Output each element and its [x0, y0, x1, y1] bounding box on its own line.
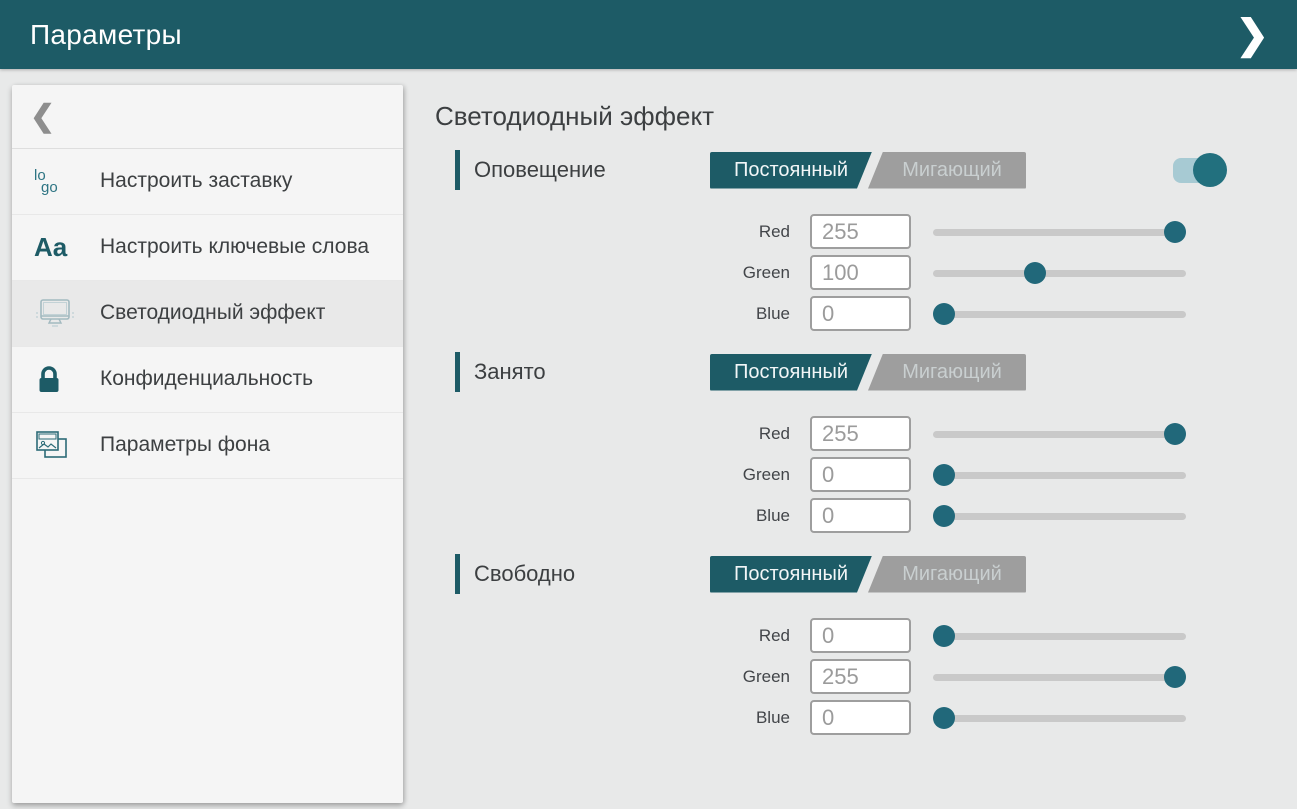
lock-icon	[34, 364, 82, 396]
section-enable-toggle[interactable]	[1173, 153, 1227, 187]
green-slider-thumb[interactable]	[1024, 262, 1046, 284]
led-section: Занято Постоянный Мигающий Red Gree	[455, 352, 1297, 536]
mode-segmented-control: Постоянный Мигающий	[710, 354, 1026, 391]
section-header: Занято Постоянный Мигающий	[455, 352, 1297, 392]
mode-solid-button[interactable]: Постоянный	[710, 152, 872, 189]
blue-label: Blue	[455, 708, 800, 728]
keywords-icon: Aa	[34, 232, 82, 263]
green-value-input[interactable]	[810, 457, 911, 492]
red-label: Red	[455, 222, 800, 242]
green-channel-row: Green	[455, 454, 1297, 495]
green-label: Green	[455, 263, 800, 283]
blue-slider[interactable]	[933, 505, 1186, 527]
sidebar-item-privacy[interactable]: Конфиденциальность	[12, 347, 403, 413]
red-slider[interactable]	[933, 423, 1186, 445]
red-channel-row: Red	[455, 211, 1297, 252]
blue-channel-row: Blue	[455, 697, 1297, 738]
blue-value-input[interactable]	[810, 700, 911, 735]
blue-channel-row: Blue	[455, 495, 1297, 536]
green-label: Green	[455, 667, 800, 687]
red-value-input[interactable]	[810, 618, 911, 653]
images-icon	[34, 429, 82, 463]
section-name: Оповещение	[474, 157, 606, 182]
blue-label: Blue	[455, 304, 800, 324]
sidebar-item-label: Конфиденциальность	[82, 366, 313, 392]
green-slider[interactable]	[933, 262, 1186, 284]
rgb-rows: Red Green Blue	[455, 413, 1297, 536]
app-header: Параметры ❯	[0, 0, 1297, 69]
green-slider[interactable]	[933, 464, 1186, 486]
green-value-input[interactable]	[810, 659, 911, 694]
green-slider[interactable]	[933, 666, 1186, 688]
red-slider-thumb[interactable]	[1164, 221, 1186, 243]
section-header: Оповещение Постоянный Мигающий	[455, 150, 1297, 190]
logo-icon: logo	[34, 170, 82, 194]
red-slider-thumb[interactable]	[933, 625, 955, 647]
blue-slider-thumb[interactable]	[933, 505, 955, 527]
sidebar-item-led-effect[interactable]: Светодиодный эффект	[12, 281, 403, 347]
sidebar-item-keywords[interactable]: Aa Настроить ключевые слова	[12, 215, 403, 281]
led-sections: Оповещение Постоянный Мигающий Red	[435, 150, 1297, 738]
red-value-input[interactable]	[810, 214, 911, 249]
sidebar-item-label: Настроить заставку	[82, 168, 292, 194]
blue-channel-row: Blue	[455, 293, 1297, 334]
sidebar-item-screensaver[interactable]: logo Настроить заставку	[12, 149, 403, 215]
red-value-input[interactable]	[810, 416, 911, 451]
blue-slider[interactable]	[933, 707, 1186, 729]
red-channel-row: Red	[455, 413, 1297, 454]
mode-segmented-control: Постоянный Мигающий	[710, 556, 1026, 593]
sidebar-back-button[interactable]: ❮	[12, 85, 403, 149]
red-label: Red	[455, 626, 800, 646]
sidebar-item-label: Настроить ключевые слова	[82, 234, 369, 260]
settings-sidebar: ❮ logo Настроить заставку Aa Настроить к…	[12, 85, 403, 803]
mode-solid-button[interactable]: Постоянный	[710, 354, 872, 391]
blue-slider-thumb[interactable]	[933, 707, 955, 729]
green-channel-row: Green	[455, 656, 1297, 697]
led-section: Оповещение Постоянный Мигающий Red	[455, 150, 1297, 334]
blue-label: Blue	[455, 506, 800, 526]
sidebar-item-label: Светодиодный эффект	[82, 300, 325, 326]
green-value-input[interactable]	[810, 255, 911, 290]
green-slider-thumb[interactable]	[1164, 666, 1186, 688]
forward-chevron-icon[interactable]: ❯	[1229, 11, 1275, 59]
section-name: Занято	[474, 359, 546, 384]
green-slider-thumb[interactable]	[933, 464, 955, 486]
red-slider[interactable]	[933, 625, 1186, 647]
sidebar-item-label: Параметры фона	[82, 432, 270, 458]
red-channel-row: Red	[455, 615, 1297, 656]
green-label: Green	[455, 465, 800, 485]
led-monitor-icon	[34, 297, 82, 331]
mode-solid-button[interactable]: Постоянный	[710, 556, 872, 593]
rgb-rows: Red Green Blue	[455, 211, 1297, 334]
mode-blinking-button[interactable]: Мигающий	[868, 556, 1026, 593]
page-title: Параметры	[30, 19, 182, 51]
led-effect-panel: Светодиодный эффект Оповещение Постоянны…	[435, 69, 1297, 809]
green-channel-row: Green	[455, 252, 1297, 293]
blue-value-input[interactable]	[810, 498, 911, 533]
red-slider-thumb[interactable]	[1164, 423, 1186, 445]
mode-blinking-button[interactable]: Мигающий	[868, 152, 1026, 189]
red-label: Red	[455, 424, 800, 444]
toggle-knob	[1193, 153, 1227, 187]
mode-blinking-button[interactable]: Мигающий	[868, 354, 1026, 391]
blue-value-input[interactable]	[810, 296, 911, 331]
blue-slider-thumb[interactable]	[933, 303, 955, 325]
led-section: Свободно Постоянный Мигающий Red Gr	[455, 554, 1297, 738]
panel-title: Светодиодный эффект	[435, 101, 1297, 132]
section-header: Свободно Постоянный Мигающий	[455, 554, 1297, 594]
sidebar-item-background[interactable]: Параметры фона	[12, 413, 403, 479]
red-slider[interactable]	[933, 221, 1186, 243]
section-name: Свободно	[474, 561, 575, 586]
back-chevron-icon: ❮	[30, 102, 55, 132]
blue-slider[interactable]	[933, 303, 1186, 325]
rgb-rows: Red Green Blue	[455, 615, 1297, 738]
mode-segmented-control: Постоянный Мигающий	[710, 152, 1026, 189]
